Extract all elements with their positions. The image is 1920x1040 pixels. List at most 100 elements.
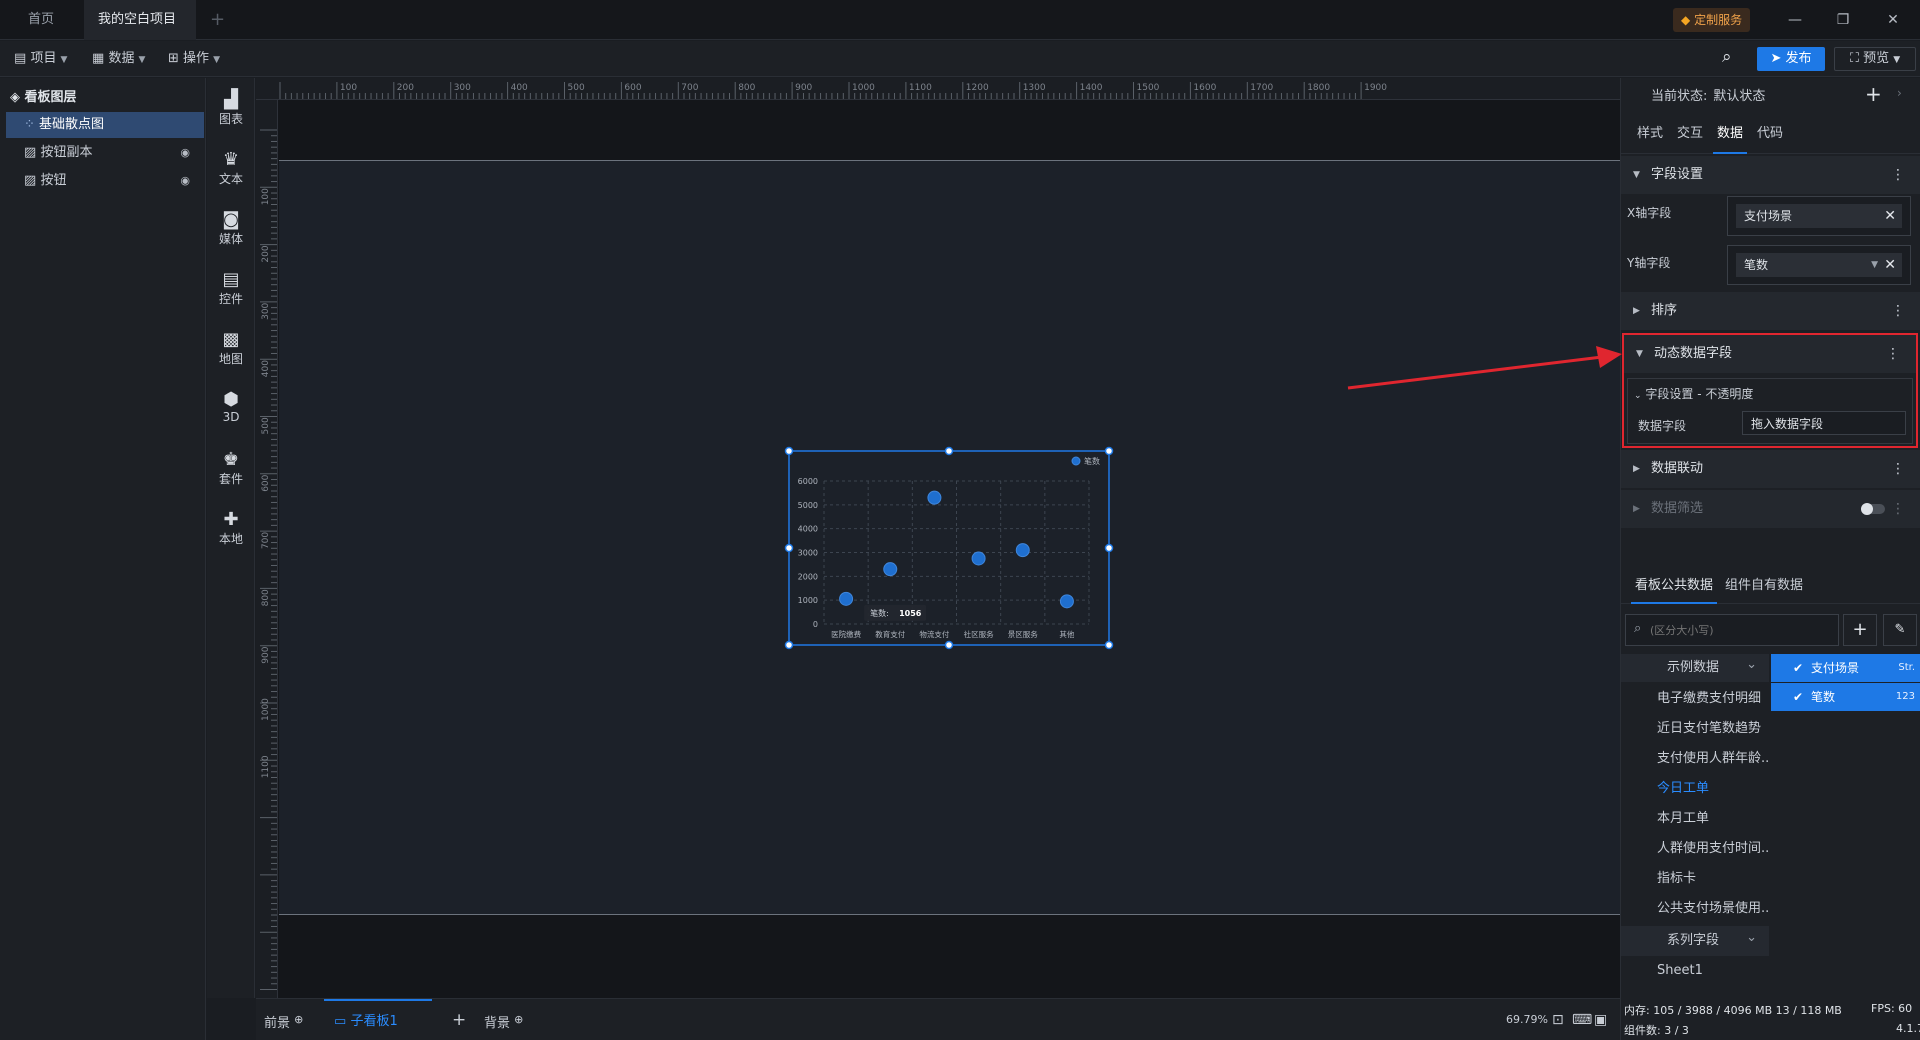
tab-home[interactable]: 首页 — [14, 0, 74, 40]
more-icon[interactable]: ⋮ — [1886, 335, 1900, 373]
menu-data[interactable]: ▦ 数据 ▼ — [92, 41, 145, 77]
tab-code[interactable]: 代码 — [1757, 114, 1783, 154]
search-icon[interactable]: ⌕ — [1722, 47, 1732, 67]
dataset-item[interactable]: 公共支付场景使用... — [1621, 894, 1769, 924]
dynamic-field-header[interactable]: ▼ 动态数据字段 ⋮ — [1624, 335, 1916, 373]
field-chip[interactable]: ✔ 支付场景 Str. — [1771, 654, 1920, 682]
publish-button[interactable]: ➤ 发布 — [1757, 47, 1825, 71]
layer-item-scatter[interactable]: ⁘ 基础散点图 — [6, 112, 204, 138]
scatter-chart[interactable]: 0 1000 2000 3000 4000 5000 6000 医院缴费 教育支付 物流支付 社区服… — [784, 446, 1114, 650]
more-icon[interactable]: ⋮ — [1891, 292, 1905, 330]
dataset-item[interactable]: 本月工单 — [1621, 804, 1769, 834]
close-icon[interactable]: ✕ — [1884, 253, 1896, 277]
add-circle-icon[interactable]: ⊕ — [294, 1013, 303, 1026]
keyboard-icon[interactable]: ⌨ — [1572, 999, 1592, 1040]
resize-handle[interactable] — [1104, 640, 1114, 650]
chevron-right-icon[interactable]: › — [1897, 86, 1902, 100]
tab-public-data[interactable]: 看板公共数据 — [1631, 568, 1718, 604]
scatter-point[interactable] — [1059, 594, 1074, 609]
scatter-point[interactable] — [1015, 543, 1030, 558]
resize-handle[interactable] — [784, 446, 794, 456]
add-circle-icon[interactable]: ⊕ — [514, 1013, 523, 1026]
dataset-item[interactable]: Sheet1 — [1621, 956, 1769, 986]
dataset-group[interactable]: 示例数据 ⌄ — [1621, 654, 1769, 682]
hidden-eye-icon[interactable]: ◉ — [180, 140, 190, 166]
tab-style[interactable]: 样式 — [1637, 114, 1663, 154]
dynamic-sub-header[interactable]: ⌄ 字段设置 - 不透明度 — [1634, 385, 1753, 402]
subboard-tab[interactable]: ▭ 子看板1 — [324, 999, 432, 1040]
hidden-eye-icon[interactable]: ◉ — [180, 168, 190, 194]
close-icon[interactable]: ✕ — [1884, 204, 1896, 228]
dataset-search[interactable]: ⌕ — [1625, 614, 1839, 646]
linkage-header[interactable]: ▶ 数据联动 ⋮ — [1621, 450, 1920, 488]
comp-map[interactable]: ▩ 地图 — [207, 330, 255, 367]
canvas-area[interactable]: 100 200 300 400 500 600 700 800 900 1000 1100 1200 1… — [256, 78, 1620, 998]
y-field-chip[interactable]: 笔数 ▼ ✕ — [1736, 253, 1902, 277]
more-icon[interactable]: ⋮ — [1891, 156, 1905, 194]
comp-3d[interactable]: ⬢ 3D — [207, 390, 255, 425]
scatter-point[interactable] — [883, 562, 898, 577]
dataset-item[interactable]: 近日支付笔数趋势 — [1621, 714, 1769, 744]
preview-button[interactable]: ⛶ 预览 ▼ — [1834, 47, 1916, 71]
tab-project[interactable]: 我的空白项目 — [84, 0, 196, 62]
comp-text[interactable]: ♛ 文本 — [207, 150, 255, 187]
resize-handle[interactable] — [944, 640, 954, 650]
dataset-group[interactable]: 系列字段 ⌄ — [1621, 926, 1769, 956]
add-board-icon[interactable]: + — [452, 999, 466, 1040]
layer-item-button[interactable]: ▨ 按钮 ◉ — [6, 168, 204, 194]
close-icon[interactable]: ✕ — [1870, 0, 1916, 40]
ruler-label: 900 — [261, 646, 271, 663]
tab-own-data[interactable]: 组件自有数据 — [1725, 568, 1803, 604]
terminal-icon[interactable]: ▣ — [1594, 999, 1607, 1040]
dataset-item[interactable]: 指标卡 — [1621, 864, 1769, 894]
background-tab[interactable]: 背景 ⊕ — [484, 999, 523, 1040]
data-field-drop-zone[interactable]: 拖入数据字段 — [1742, 411, 1906, 435]
x-field-box[interactable]: 支付场景 ✕ — [1727, 196, 1911, 236]
comp-local[interactable]: ✚ 本地 — [207, 510, 255, 547]
menu-operation[interactable]: ⊞ 操作 ▼ — [168, 41, 220, 77]
x-field-chip[interactable]: 支付场景 ✕ — [1736, 204, 1902, 228]
minimize-icon[interactable]: — — [1772, 0, 1818, 40]
foreground-tab[interactable]: 前景 ⊕ — [264, 999, 303, 1040]
scatter-point[interactable] — [971, 551, 986, 566]
dataset-search-input[interactable] — [1650, 619, 1834, 641]
tab-data[interactable]: 数据 — [1713, 114, 1748, 154]
filter-toggle[interactable] — [1861, 503, 1885, 515]
custom-service-button[interactable]: ◆ 定制服务 — [1673, 8, 1751, 32]
layers-title: ◈ 看板图层 — [10, 86, 77, 105]
scatter-point[interactable] — [927, 490, 942, 505]
chevron-down-icon[interactable]: ▼ — [1871, 253, 1878, 277]
resize-handle[interactable] — [784, 640, 794, 650]
comp-suite[interactable]: ♚ 套件 — [207, 450, 255, 487]
resize-handle[interactable] — [944, 446, 954, 456]
add-state-icon[interactable]: + — [1865, 82, 1882, 106]
dataset-item[interactable]: 电子缴费支付明细 — [1621, 684, 1769, 714]
add-dataset-button[interactable]: + — [1843, 614, 1877, 646]
restore-icon[interactable]: ❐ — [1820, 0, 1866, 40]
comp-control[interactable]: ▤ 控件 — [207, 270, 255, 307]
dataset-item[interactable]: 支付使用人群年龄... — [1621, 744, 1769, 774]
fit-screen-icon[interactable]: ⊡ — [1552, 999, 1564, 1040]
more-icon[interactable]: ⋮ — [1891, 490, 1905, 528]
filter-header[interactable]: ▶ 数据筛选 ⋮ — [1621, 490, 1920, 528]
scatter-point[interactable] — [839, 591, 854, 606]
layer-item-button-copy[interactable]: ▨ 按钮副本 ◉ — [6, 140, 204, 166]
comp-media[interactable]: ◙ 媒体 — [207, 210, 255, 247]
selection-frame[interactable] — [788, 450, 1110, 646]
tab-interaction[interactable]: 交互 — [1677, 114, 1703, 154]
field-settings-header[interactable]: ▼ 字段设置 ⋮ — [1621, 156, 1920, 194]
comp-chart[interactable]: ▟ 图表 — [207, 90, 255, 127]
menu-data-label: 数据 — [108, 51, 135, 66]
sort-header[interactable]: ▶ 排序 ⋮ — [1621, 292, 1920, 330]
resize-handle[interactable] — [1104, 446, 1114, 456]
dataset-item[interactable]: 人群使用支付时间... — [1621, 834, 1769, 864]
y-field-box[interactable]: 笔数 ▼ ✕ — [1727, 245, 1911, 285]
resize-handle[interactable] — [784, 543, 794, 553]
menu-project[interactable]: ▤ 项目 ▼ — [14, 41, 67, 77]
new-tab-icon[interactable]: + — [210, 0, 225, 40]
more-icon[interactable]: ⋮ — [1891, 450, 1905, 488]
resize-handle[interactable] — [1104, 543, 1114, 553]
edit-dataset-button[interactable]: ✎ — [1883, 614, 1917, 646]
field-chip[interactable]: ✔ 笔数 123 — [1771, 683, 1920, 711]
dataset-item[interactable]: 今日工单 — [1621, 774, 1769, 804]
